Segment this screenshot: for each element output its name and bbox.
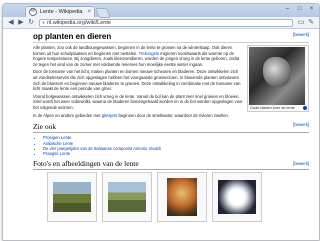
tab-title: Lente - Wikipedia <box>40 9 83 15</box>
globe-icon: ● <box>42 19 46 26</box>
figure-caption: Oude bladen over de lente <box>249 105 307 110</box>
image-gallery <box>33 171 309 222</box>
gallery-item[interactable] <box>102 171 152 222</box>
link-trekvogels[interactable]: Trekvogels <box>139 51 159 56</box>
edit-section-link[interactable]: [bewerk] <box>293 32 309 37</box>
figure-image[interactable] <box>249 47 305 105</box>
page-content: [bewerk] op planten en dieren Oude blade… <box>3 30 319 240</box>
paragraph-4: In de Alpen en andere gebieden met glets… <box>33 113 309 119</box>
gallery-image[interactable] <box>218 179 256 214</box>
section-heading-see-also: Zie ook <box>33 122 309 134</box>
browser-toolbar: ◀ ▶ ↻ ● nl.wikipedia.org/wiki/Lente ▭ ✎ <box>3 17 319 29</box>
minimize-icon[interactable]: – <box>283 5 292 13</box>
see-also-link[interactable]: Praagse Lente <box>43 151 309 156</box>
browser-window: W Lente - Wikipedia × – □ × ◀ ▶ ↻ ● nl.w… <box>2 3 320 241</box>
edit-section-link[interactable]: [bewerk] <box>293 161 309 166</box>
gallery-item[interactable] <box>212 171 262 222</box>
reload-icon[interactable]: ↻ <box>26 18 36 28</box>
link-gletsjers[interactable]: gletsjers <box>102 113 118 118</box>
close-window-icon[interactable]: × <box>307 5 316 13</box>
tab-strip: W Lente - Wikipedia × – □ × <box>3 4 319 18</box>
see-also-list: Proeigen Lente Arabische Lente De vier j… <box>43 135 309 157</box>
gallery-item[interactable] <box>47 171 97 222</box>
wrench-icon[interactable]: ✎ <box>306 18 316 28</box>
section-heading-plants-animals: op planten en dieren <box>33 32 309 43</box>
forward-arrow-icon[interactable]: ▶ <box>16 18 26 28</box>
browser-tab[interactable]: W Lente - Wikipedia × <box>25 6 95 17</box>
tab-close-icon[interactable]: × <box>87 9 91 15</box>
address-url: nl.wikipedia.org/wiki/Lente <box>47 19 111 26</box>
back-arrow-icon[interactable]: ◀ <box>6 18 16 28</box>
new-tab-button[interactable] <box>95 8 111 18</box>
gallery-image[interactable] <box>167 177 197 216</box>
paragraph-text: beginnen door de smeltwater, waardoor de… <box>117 112 230 118</box>
paragraph-text: In de Alpen en andere gebieden met <box>33 112 102 118</box>
edit-section-link[interactable]: [bewerk] <box>293 122 309 127</box>
maximize-icon[interactable]: □ <box>295 5 304 13</box>
gallery-image[interactable] <box>108 181 146 212</box>
enlarge-icon[interactable] <box>303 106 307 110</box>
gallery-image[interactable] <box>53 181 91 212</box>
window-controls: – □ × <box>283 5 316 13</box>
figure-caption-text: Oude bladen over de lente <box>250 106 295 110</box>
page-icon[interactable]: ▭ <box>296 18 306 28</box>
section-heading-gallery: Foto's en afbeeldingen van de lente <box>33 159 309 170</box>
gallery-item[interactable] <box>157 171 207 222</box>
address-bar[interactable]: ● nl.wikipedia.org/wiki/Lente <box>39 18 293 27</box>
figure-thumbnail[interactable]: Oude bladen over de lente <box>247 45 309 112</box>
wikipedia-favicon-icon: W <box>29 8 37 16</box>
